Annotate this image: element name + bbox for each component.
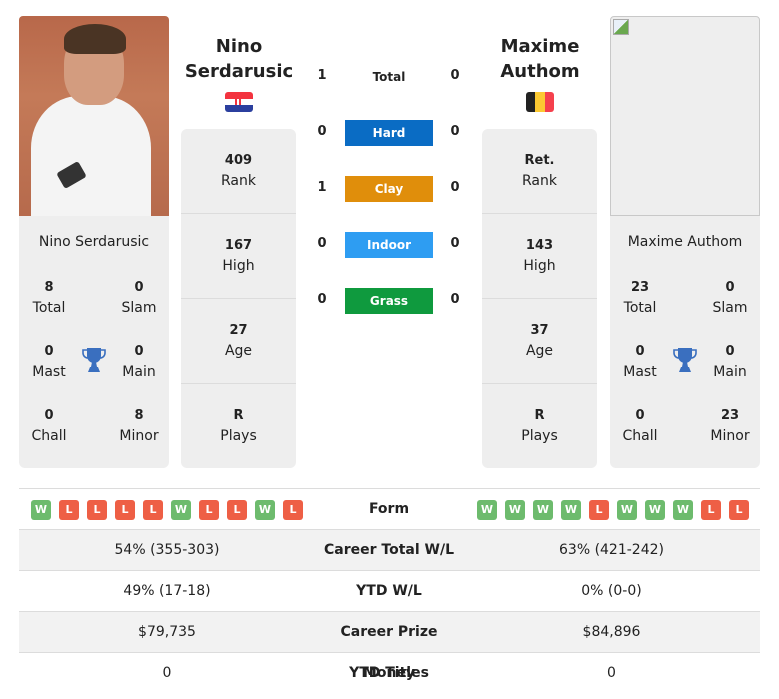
player2-high: 143 High bbox=[482, 214, 597, 299]
player1-titles-card: Nino Serdarusic 8 Total 0 Slam 0 Mast 0 … bbox=[19, 216, 169, 468]
player1-full-name: Nino Serdarusic bbox=[38, 234, 150, 250]
surface-clay-badge: Clay bbox=[345, 176, 433, 202]
h2h-clay-row: 1 Clay 0 bbox=[305, 176, 475, 202]
player1-age: 27 Age bbox=[181, 299, 296, 384]
player1-ytd-wl: 49% (17-18) bbox=[123, 583, 211, 599]
player1-high: 167 High bbox=[181, 214, 296, 299]
player1-ytd-titles: 0 bbox=[162, 665, 172, 681]
trophy-icon bbox=[673, 348, 697, 372]
surface-grass-badge: Grass bbox=[345, 288, 433, 314]
player2-full-name: Maxime Authom bbox=[627, 234, 743, 250]
player2-prize-money: $84,896 bbox=[582, 624, 641, 640]
player1-form-badge-loss[interactable]: L bbox=[143, 500, 163, 520]
player2-titles-card: Maxime Authom 23 Total 0 Slam 0 Mast 0 M… bbox=[610, 216, 760, 468]
form-label: Form bbox=[368, 501, 410, 517]
h2h-total-label: Total bbox=[372, 70, 406, 84]
player2-form: WWWWLWWWLL bbox=[477, 500, 749, 520]
surface-hard-badge: Hard bbox=[345, 120, 433, 146]
player2-minor-titles: 23 Minor bbox=[710, 408, 750, 444]
player1-form-badge-loss[interactable]: L bbox=[59, 500, 79, 520]
player2-total-titles: 23 Total bbox=[623, 280, 657, 316]
ytd-wl-label: YTD W/L bbox=[356, 583, 422, 599]
surface-indoor-badge: Indoor bbox=[345, 232, 433, 258]
h2h-hard-row: 0 Hard 0 bbox=[305, 120, 475, 146]
player2-stats-card: Ret. Rank 143 High 37 Age R Plays bbox=[482, 129, 597, 468]
player1-form-badge-loss[interactable]: L bbox=[199, 500, 219, 520]
player2-career-wl: 63% (421-242) bbox=[559, 542, 664, 558]
ytd-titles-row: 0 YTD Titles 0 bbox=[19, 652, 760, 693]
player1-total-titles: 8 Total bbox=[32, 280, 66, 316]
career-wl-label: Career Total W/L bbox=[324, 542, 454, 558]
player1-form-badge-win[interactable]: W bbox=[31, 500, 51, 520]
player1-rank: 409 Rank bbox=[181, 129, 296, 214]
ytd-titles-label: YTD Titles bbox=[349, 665, 429, 681]
player1-form-badge-loss[interactable]: L bbox=[115, 500, 135, 520]
player2-form-badge-loss[interactable]: L bbox=[701, 500, 721, 520]
player2-age: 37 Age bbox=[482, 299, 597, 384]
player1-form-badge-win[interactable]: W bbox=[255, 500, 275, 520]
player2-form-badge-win[interactable]: W bbox=[617, 500, 637, 520]
player2-form-badge-win[interactable]: W bbox=[533, 500, 553, 520]
player2-form-badge-win[interactable]: W bbox=[645, 500, 665, 520]
player1-career-wl: 54% (355-303) bbox=[114, 542, 220, 558]
player2-slam-titles: 0 Slam bbox=[712, 280, 748, 316]
player2-rank: Ret. Rank bbox=[482, 129, 597, 214]
player2-name[interactable]: Maxime Authom bbox=[480, 34, 600, 84]
player2-main-titles: 0 Main bbox=[713, 344, 747, 380]
player2-plays: R Plays bbox=[521, 408, 558, 444]
player1-form-badge-loss[interactable]: L bbox=[283, 500, 303, 520]
player2-ytd-titles: 0 bbox=[607, 665, 616, 681]
player1-main-titles: 0 Main bbox=[122, 344, 156, 380]
trophy-icon bbox=[82, 348, 106, 372]
h2h-total-row: 1 Total 0 bbox=[305, 64, 475, 90]
player1-form: WLLLLWLLWL bbox=[31, 500, 303, 520]
player1-stats-card: 409 Rank 167 High 27 Age R Plays bbox=[181, 129, 296, 468]
player1-plays: R Plays bbox=[220, 408, 257, 444]
player1-slam-titles: 0 Slam bbox=[121, 280, 157, 316]
player1-prize-money: $79,735 bbox=[138, 624, 196, 640]
player1-name[interactable]: Nino Serdarusic bbox=[179, 34, 299, 84]
player2-chall-titles: 0 Chall bbox=[622, 408, 658, 444]
broken-image-icon bbox=[613, 19, 629, 35]
player2-form-badge-win[interactable]: W bbox=[561, 500, 581, 520]
belgium-flag-icon bbox=[526, 92, 554, 112]
player2-mast-titles: 0 Mast bbox=[623, 344, 657, 380]
ytd-wl-row: 49% (17-18) YTD W/L 0% (0-0) bbox=[19, 570, 760, 611]
prize-money-row: $79,735 Career Prize Money $84,896 bbox=[19, 611, 760, 681]
player1-form-badge-loss[interactable]: L bbox=[227, 500, 247, 520]
player1-photo bbox=[19, 16, 169, 216]
h2h-indoor-row: 0 Indoor 0 bbox=[305, 232, 475, 258]
player2-form-badge-win[interactable]: W bbox=[477, 500, 497, 520]
h2h-grass-row: 0 Grass 0 bbox=[305, 288, 475, 314]
comparison-table: WLLLLWLLWL Form WWWWLWWWLL 54% (355-303)… bbox=[19, 488, 760, 693]
player1-form-badge-win[interactable]: W bbox=[171, 500, 191, 520]
player2-form-badge-win[interactable]: W bbox=[505, 500, 525, 520]
player2-form-badge-win[interactable]: W bbox=[673, 500, 693, 520]
player2-ytd-wl: 0% (0-0) bbox=[581, 583, 642, 599]
career-wl-row: 54% (355-303) Career Total W/L 63% (421-… bbox=[19, 529, 760, 570]
player1-minor-titles: 8 Minor bbox=[119, 408, 159, 444]
player1-mast-titles: 0 Mast bbox=[32, 344, 66, 380]
player2-form-badge-loss[interactable]: L bbox=[729, 500, 749, 520]
player1-chall-titles: 0 Chall bbox=[31, 408, 67, 444]
player2-photo bbox=[610, 16, 760, 216]
player2-form-badge-loss[interactable]: L bbox=[589, 500, 609, 520]
croatia-flag-icon bbox=[225, 92, 253, 112]
player1-form-badge-loss[interactable]: L bbox=[87, 500, 107, 520]
form-row: WLLLLWLLWL Form WWWWLWWWLL bbox=[19, 488, 760, 529]
